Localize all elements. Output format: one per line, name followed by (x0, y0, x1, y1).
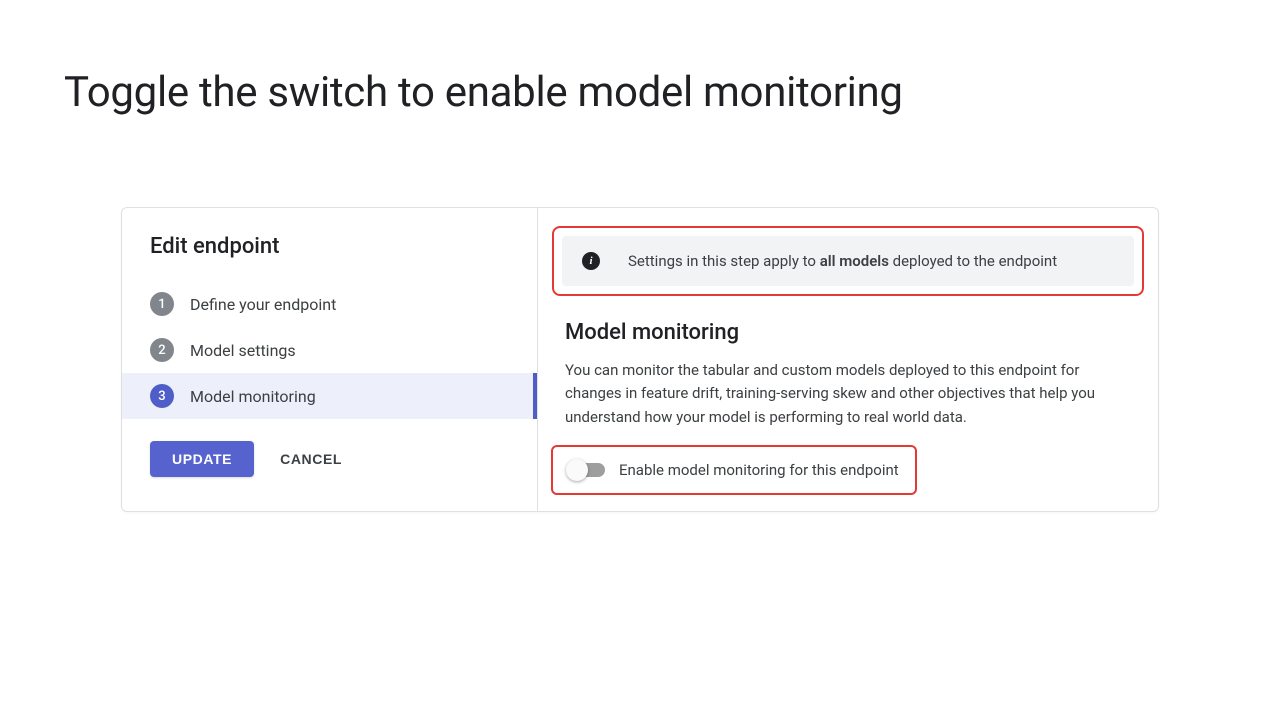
section-title: Model monitoring (565, 320, 1144, 345)
content-panel: i Settings in this step apply to all mod… (538, 208, 1158, 511)
cancel-button[interactable]: CANCEL (280, 451, 342, 467)
step-define-endpoint[interactable]: 1 Define your endpoint (150, 281, 537, 327)
toggle-label: Enable model monitoring for this endpoin… (619, 461, 899, 479)
slide-title: Toggle the switch to enable model monito… (0, 0, 1280, 117)
enable-monitoring-switch[interactable] (569, 463, 605, 477)
switch-thumb (566, 459, 588, 481)
info-icon: i (582, 252, 600, 270)
step-label: Define your endpoint (190, 295, 336, 314)
step-number-badge: 2 (150, 338, 174, 362)
edit-endpoint-dialog: Edit endpoint 1 Define your endpoint 2 M… (121, 207, 1159, 512)
sidebar-title: Edit endpoint (150, 234, 537, 259)
step-number-badge: 1 (150, 292, 174, 316)
step-label: Model monitoring (190, 387, 316, 406)
update-button[interactable]: UPDATE (150, 441, 254, 477)
action-buttons: UPDATE CANCEL (150, 441, 537, 477)
info-banner-highlight: i Settings in this step apply to all mod… (552, 226, 1144, 296)
step-number-badge: 3 (150, 384, 174, 408)
stepper-sidebar: Edit endpoint 1 Define your endpoint 2 M… (122, 208, 538, 511)
step-model-settings[interactable]: 2 Model settings (150, 327, 537, 373)
info-banner-text: Settings in this step apply to all model… (628, 252, 1057, 270)
step-label: Model settings (190, 341, 296, 360)
monitoring-toggle-highlight: Enable model monitoring for this endpoin… (551, 445, 917, 495)
info-banner: i Settings in this step apply to all mod… (562, 236, 1134, 286)
step-model-monitoring[interactable]: 3 Model monitoring (122, 373, 537, 419)
section-description: You can monitor the tabular and custom m… (565, 359, 1104, 429)
